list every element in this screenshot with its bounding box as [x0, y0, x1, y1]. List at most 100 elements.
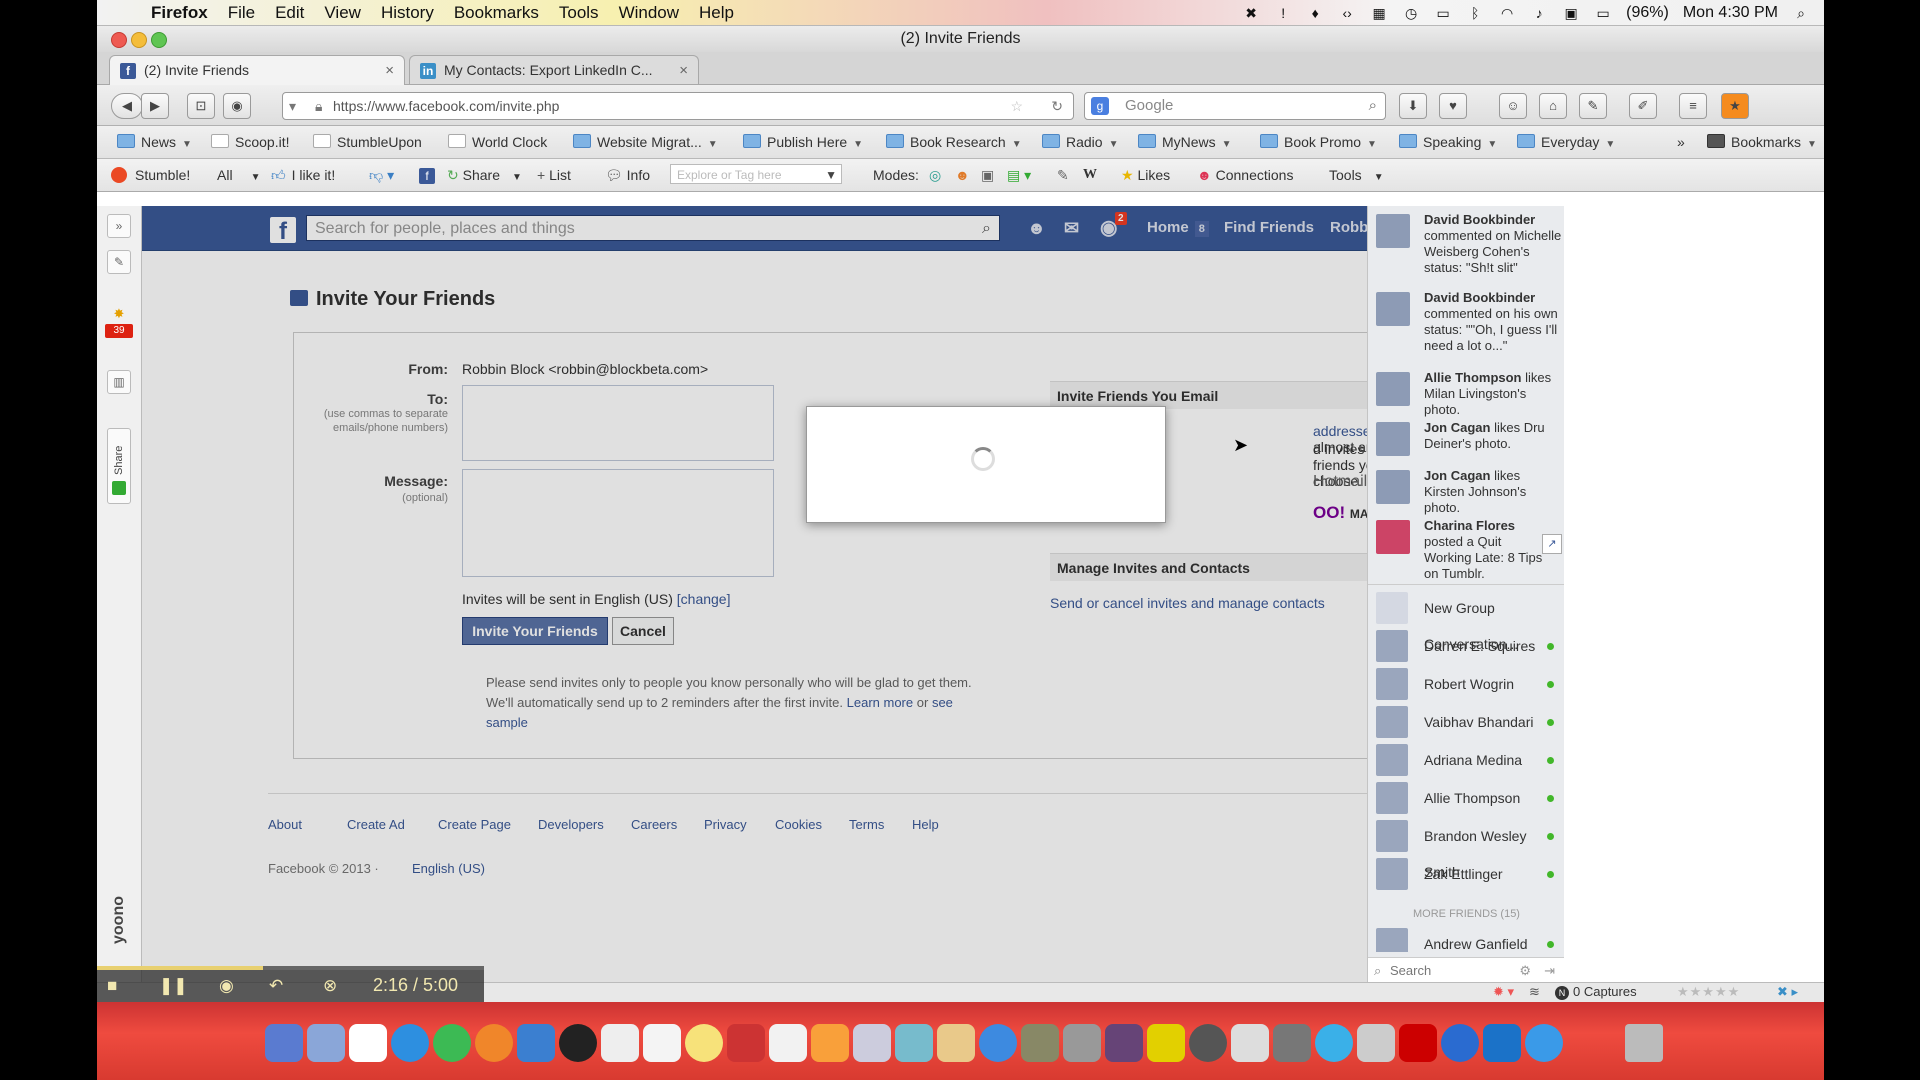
download-icon[interactable]: ⬇ [1399, 93, 1427, 119]
i-like-it-button[interactable]: 👍︎ I like it! [271, 159, 335, 191]
bookmark-speaking[interactable]: Speaking ▼ [1399, 126, 1497, 161]
menu-tools[interactable]: Tools [549, 3, 609, 23]
stop-video-icon[interactable]: ■ [107, 976, 117, 996]
reload-icon[interactable]: ↻ [1051, 93, 1063, 119]
bookmark-star-icon[interactable]: ☆ [1010, 93, 1023, 119]
explore-tag-input[interactable]: Explore or Tag here ▼ [670, 164, 842, 184]
notification-star-icon[interactable]: ✸ [109, 306, 129, 324]
layers-icon[interactable]: ≡ [1679, 93, 1707, 119]
ticker-item[interactable]: David Bookbinder commented on his own st… [1376, 290, 1562, 353]
wifi-icon[interactable]: ◠ [1498, 5, 1516, 21]
menu-edit[interactable]: Edit [265, 3, 314, 23]
captures-status[interactable]: N0 Captures [1555, 984, 1637, 1000]
info-button[interactable]: 💬︎ Info [605, 159, 650, 191]
google-icon[interactable]: g [1091, 97, 1109, 115]
home-icon[interactable]: ⌂ [1539, 93, 1567, 119]
folder-dock-icon[interactable] [937, 1024, 975, 1062]
alert-icon[interactable]: ! [1274, 5, 1292, 21]
stumble-all-dropdown[interactable]: All ▼ [217, 159, 260, 194]
url-bar[interactable]: ▾ 🔒︎ https://www.facebook.com/invite.php… [282, 92, 1074, 120]
ticker-item[interactable]: Charina Flores posted a Quit Working Lat… [1376, 518, 1562, 581]
firefox-dock-icon[interactable] [475, 1024, 513, 1062]
search-icon[interactable]: ⌕ [1369, 93, 1377, 119]
firefox-menu-icon[interactable]: ★ [1721, 93, 1749, 119]
pocket-icon[interactable]: ♥ [1439, 93, 1467, 119]
chat-friend[interactable]: Zak Ettlinger [1376, 856, 1562, 892]
home-screen-button[interactable]: ⊡ [187, 93, 215, 119]
menubar-clock[interactable]: Mon 4:30 PM [1683, 4, 1778, 22]
itunes-dock-icon[interactable] [979, 1024, 1017, 1062]
chrome-dock-icon[interactable] [433, 1024, 471, 1062]
likes-button[interactable]: ★ Likes [1121, 159, 1170, 191]
addon-icon[interactable]: ☺ [1499, 93, 1527, 119]
calendar-dock-icon[interactable] [349, 1024, 387, 1062]
time-machine-dock-icon[interactable] [1189, 1024, 1227, 1062]
bookmark-news[interactable]: News ▼ [117, 126, 192, 161]
pen-dock-icon[interactable] [853, 1024, 891, 1062]
menu-view[interactable]: View [314, 3, 371, 23]
code-icon[interactable]: ‹› [1338, 5, 1356, 21]
trash-dock-icon[interactable] [1625, 1024, 1663, 1062]
tab-linkedin-export[interactable]: in My Contacts: Export LinkedIn C... × [409, 55, 699, 84]
stumble-button[interactable]: Stumble! [111, 159, 190, 191]
identity-icon[interactable]: ▾ [289, 93, 296, 119]
grid-icon[interactable]: ▦ [1370, 5, 1388, 21]
evernote-icon[interactable]: ♦ [1306, 5, 1324, 21]
mail-dock-icon[interactable] [1231, 1024, 1269, 1062]
preview-dock-icon[interactable] [1021, 1024, 1059, 1062]
book-icon[interactable]: ▥ [107, 370, 131, 394]
spotlight-icon[interactable]: ⌕ [1792, 5, 1810, 21]
bookmark-publish-here[interactable]: Publish Here ▼ [743, 126, 863, 161]
zoom-window-button[interactable] [151, 32, 167, 48]
acrobat-dock-icon[interactable] [1399, 1024, 1437, 1062]
time-machine-icon[interactable]: ◷ [1402, 5, 1420, 21]
web-search-box[interactable]: g Google ⌕ [1084, 92, 1386, 120]
close-tab-icon[interactable]: × [385, 56, 394, 85]
headphones-dock-icon[interactable] [559, 1024, 597, 1062]
chat-friend[interactable]: Darren E. Squires [1376, 628, 1562, 664]
system-preferences-dock-icon[interactable] [1273, 1024, 1311, 1062]
chat-settings-icon[interactable]: ⚙ [1519, 958, 1531, 982]
close-tab-icon[interactable]: × [679, 56, 688, 85]
chat-friend[interactable]: Andrew Ganfield [1376, 926, 1562, 952]
close-window-button[interactable] [111, 32, 127, 48]
share-panel-tab[interactable]: Share [107, 428, 131, 504]
menu-file[interactable]: File [218, 3, 265, 23]
mode-video-icon[interactable]: ▣ [981, 159, 994, 191]
popout-chat-icon[interactable]: ⇥ [1544, 958, 1555, 982]
pen-icon[interactable]: ✐ [1629, 93, 1657, 119]
forward-button[interactable]: ▶ [141, 93, 169, 119]
finder-dock-icon[interactable] [265, 1024, 303, 1062]
globe-dock-icon[interactable] [1441, 1024, 1479, 1062]
wizard-dock-icon[interactable] [1105, 1024, 1143, 1062]
bookmarks-overflow[interactable]: » [1677, 126, 1685, 158]
skype-like-dock-icon[interactable] [1147, 1024, 1185, 1062]
pen-tool-icon[interactable]: ✎ [107, 250, 131, 274]
menu-app-name[interactable]: Firefox [141, 3, 218, 23]
extension-icon[interactable]: ✖ ▸ [1777, 984, 1798, 1000]
battery-icon[interactable]: ▭ [1594, 5, 1612, 21]
bookmark-mynews[interactable]: MyNews ▼ [1138, 126, 1232, 161]
menu-bookmarks[interactable]: Bookmarks [444, 3, 549, 23]
menu-help[interactable]: Help [689, 3, 744, 23]
replay-video-icon[interactable]: ↶ [269, 976, 283, 996]
bookmark-everyday[interactable]: Everyday ▼ [1517, 126, 1615, 161]
rating-stars[interactable]: ★★★★★ [1677, 984, 1740, 1000]
tab-invite-friends[interactable]: f (2) Invite Friends × [109, 55, 405, 85]
list-button[interactable]: + List [537, 159, 571, 191]
video-progress-track[interactable] [97, 966, 484, 970]
mode-people-icon[interactable]: ☻ [955, 159, 970, 191]
mode-tag-icon[interactable]: ✎ [1057, 159, 1069, 191]
app-store-dock-icon[interactable] [1525, 1024, 1563, 1062]
launchpad-dock-icon[interactable] [307, 1024, 345, 1062]
calendar-icon[interactable]: ▣ [1562, 5, 1580, 21]
chat-search-input[interactable]: ⌕ Search ⚙ ⇥ [1368, 957, 1564, 982]
printer-dock-icon[interactable] [1357, 1024, 1395, 1062]
textedit-dock-icon[interactable] [769, 1024, 807, 1062]
numbers-dock-icon[interactable] [895, 1024, 933, 1062]
xcode-dock-icon[interactable] [1483, 1024, 1521, 1062]
mode-photo-icon[interactable]: ▤ ▾ [1007, 159, 1031, 191]
volume-video-icon[interactable]: ◉ [219, 976, 234, 996]
bookmark-book-research[interactable]: Book Research ▼ [886, 126, 1022, 161]
ticker-item[interactable]: Allie Thompson likes Milan Livingston's … [1376, 370, 1562, 417]
